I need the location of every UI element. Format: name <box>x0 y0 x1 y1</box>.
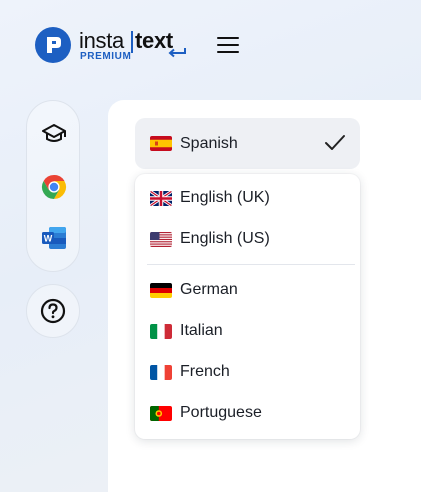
graduation-cap-icon[interactable] <box>40 120 68 148</box>
option-label: English (UK) <box>180 189 270 206</box>
dropdown-divider <box>147 264 355 265</box>
option-english-uk[interactable]: English (UK) <box>135 180 360 216</box>
italy-flag-icon <box>150 323 172 339</box>
logo-return-arrow-icon <box>168 48 186 58</box>
hamburger-menu-icon[interactable] <box>215 34 241 56</box>
option-english-us[interactable]: English (US) <box>135 221 360 257</box>
option-label: French <box>180 363 230 380</box>
svg-text:W: W <box>44 234 53 244</box>
help-circle-icon[interactable] <box>26 284 80 338</box>
germany-flag-icon <box>150 282 172 298</box>
option-label: Portuguese <box>180 404 262 421</box>
portugal-flag-icon <box>150 405 172 421</box>
logo-mark-icon <box>35 27 71 63</box>
tool-rail: W <box>26 100 80 272</box>
option-label: Italian <box>180 322 223 339</box>
word-icon[interactable]: W <box>40 224 68 252</box>
logo-separator <box>131 31 133 53</box>
app-logo[interactable]: insta text PREMIUM <box>35 27 189 63</box>
option-label: English (US) <box>180 230 270 247</box>
us-flag-icon <box>150 231 172 247</box>
option-portuguese[interactable]: Portuguese <box>135 395 360 431</box>
option-label: German <box>180 281 238 298</box>
france-flag-icon <box>150 364 172 380</box>
language-dropdown: English (UK) English (US) German Italian… <box>135 174 360 439</box>
chrome-icon[interactable] <box>40 173 68 201</box>
spain-flag-icon <box>150 136 172 151</box>
option-french[interactable]: French <box>135 354 360 390</box>
selected-language-label: Spanish <box>180 134 238 152</box>
uk-flag-icon <box>150 190 172 206</box>
premium-label: PREMIUM <box>80 51 132 62</box>
option-german[interactable]: German <box>135 272 360 308</box>
option-italian[interactable]: Italian <box>135 313 360 349</box>
language-select[interactable]: Spanish <box>135 118 360 169</box>
checkmark-icon <box>325 135 345 150</box>
